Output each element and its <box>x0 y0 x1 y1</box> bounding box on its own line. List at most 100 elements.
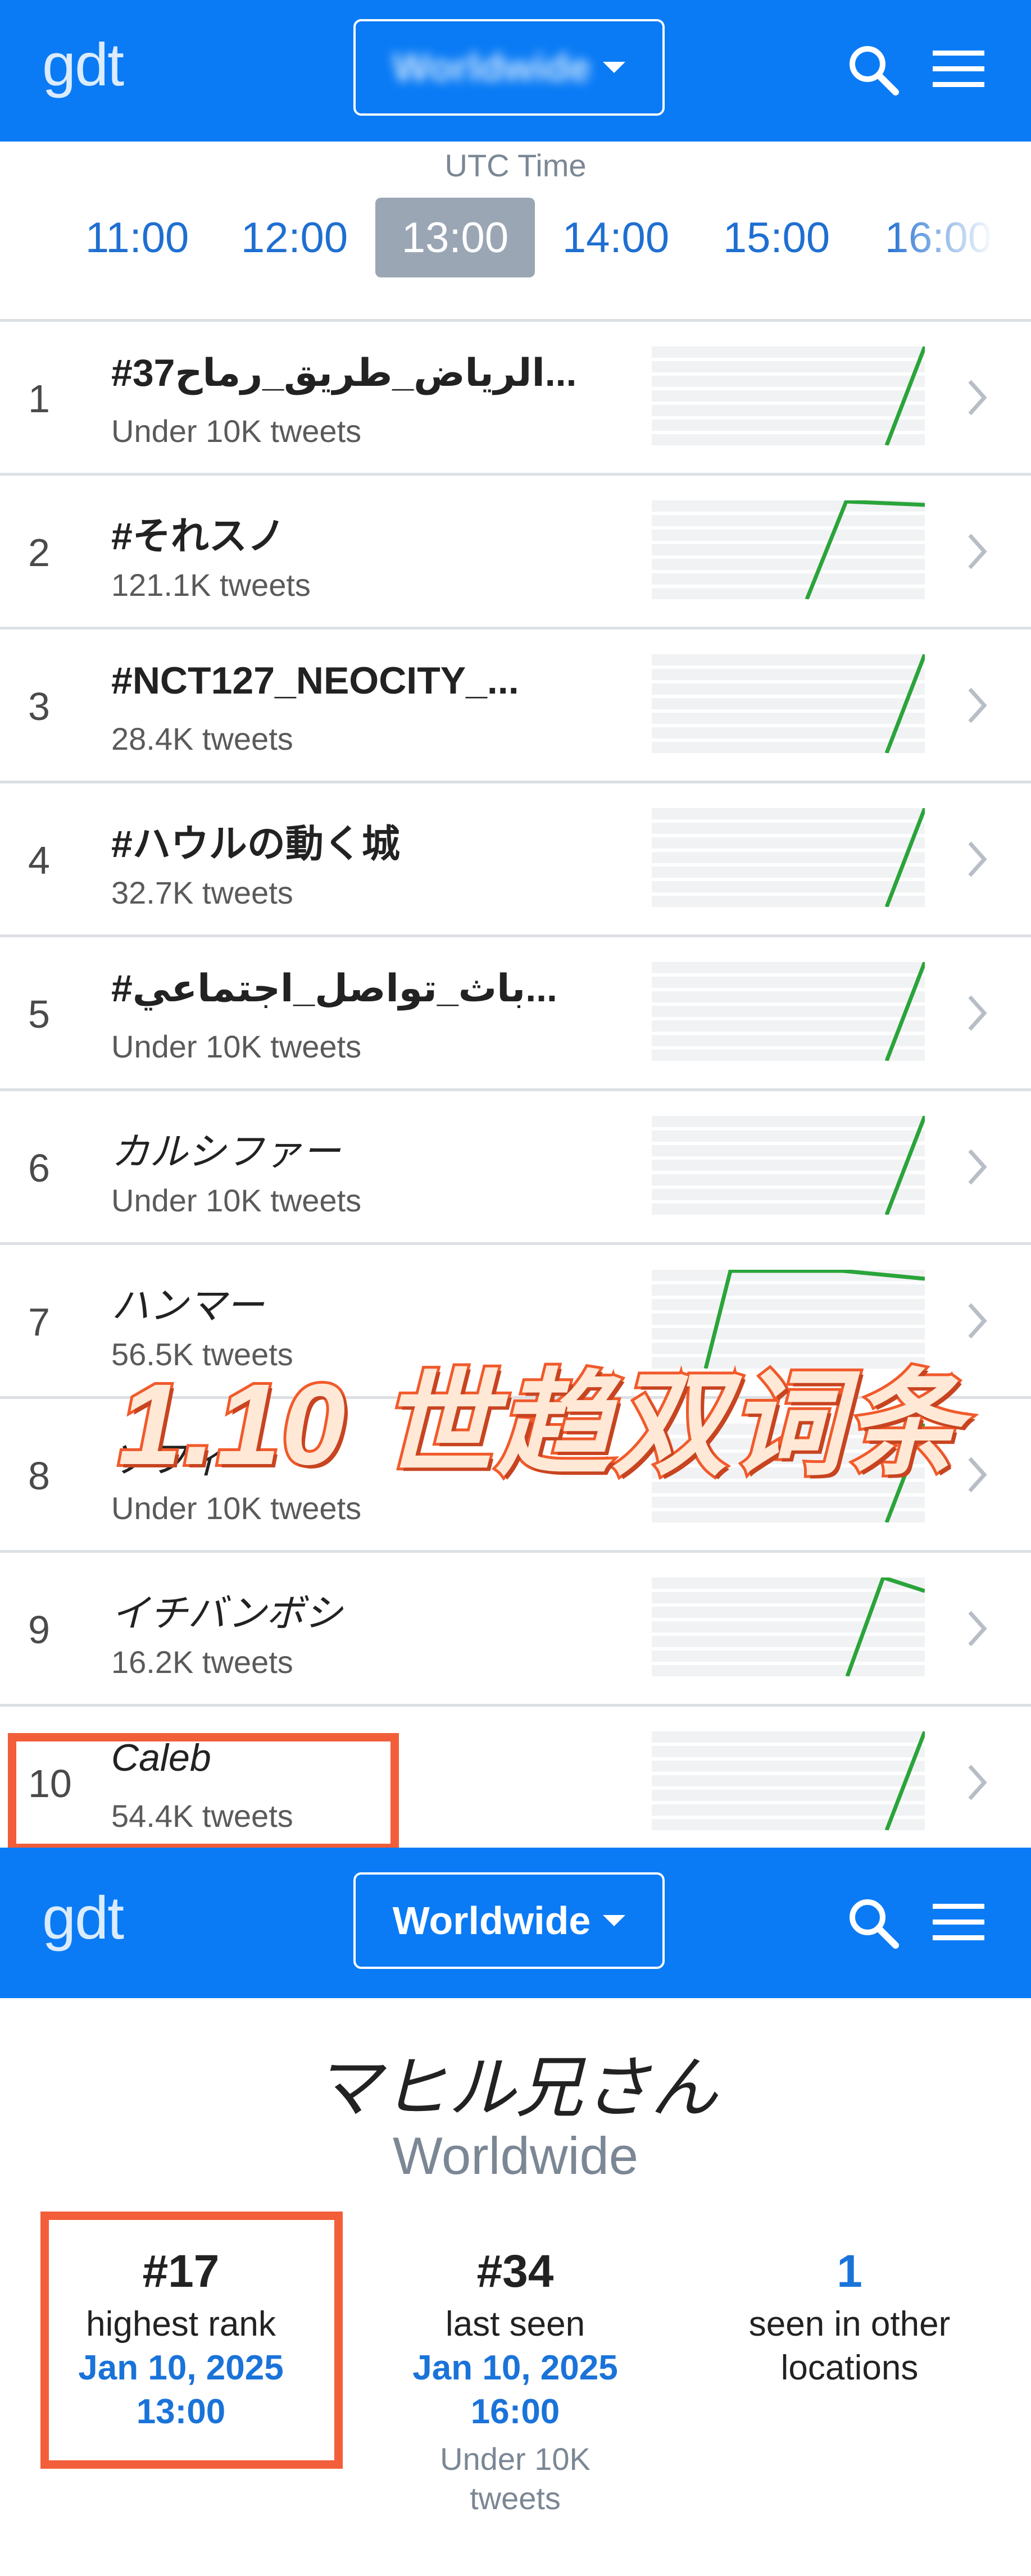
sparkline-band <box>652 1203 925 1215</box>
trend-name[interactable]: #37الرياض_طريق_رماح... <box>111 351 576 395</box>
sparkline-band <box>652 896 925 907</box>
sparkline-band <box>652 1145 925 1156</box>
trend-sparkline <box>652 1731 925 1830</box>
sparkline-band <box>652 346 925 358</box>
chevron-right-icon[interactable] <box>966 993 989 1033</box>
search-icon[interactable] <box>847 44 899 95</box>
sparkline-band <box>652 727 925 738</box>
hour-option[interactable]: 14:00 <box>536 198 696 277</box>
trend-tweet-count: Under 10K tweets <box>111 413 362 449</box>
gdt-logo[interactable]: gdt <box>42 1882 124 1953</box>
trend-name[interactable]: イチバンボシ <box>111 1582 342 1638</box>
trend-tweet-count: 16.2K tweets <box>111 1644 293 1680</box>
trend-name[interactable]: #باث_تواصل_اجتماعي... <box>111 966 557 1011</box>
trend-tweet-count: Under 10K tweets <box>111 1183 362 1218</box>
sparkline-band <box>652 1050 925 1061</box>
sparkline-band <box>652 1790 925 1801</box>
trend-name[interactable]: #ハウルの動く城 <box>111 813 400 868</box>
chevron-right-icon[interactable] <box>966 378 989 417</box>
chevron-right-icon[interactable] <box>966 1455 989 1494</box>
chevron-right-icon[interactable] <box>966 1147 989 1187</box>
hour-option-selected[interactable]: 13:00 <box>375 198 535 277</box>
sparkline-band <box>652 683 925 695</box>
trend-rank: 5 <box>28 992 50 1036</box>
sparkline-band <box>652 1775 925 1786</box>
scroll-fade-left <box>0 198 96 279</box>
sparkline-band <box>652 1592 925 1603</box>
sparkline-band <box>652 1511 925 1522</box>
stat-last-seen: #34 last seen Jan 10, 2025 16:00 Under 1… <box>358 2241 673 2518</box>
sparkline-band <box>652 837 925 849</box>
trend-tweet-count: Under 10K tweets <box>111 1029 362 1064</box>
sparkline-band <box>652 1804 925 1816</box>
sparkline-band <box>652 742 925 753</box>
sparkline-band <box>652 1284 925 1296</box>
stat-time-link[interactable]: 16:00 <box>358 2390 673 2434</box>
trend-sparkline <box>652 500 925 599</box>
sparkline-band <box>652 1761 925 1772</box>
trend-rank: 7 <box>28 1300 50 1344</box>
trend-tweet-count: 32.7K tweets <box>111 875 293 910</box>
location-select[interactable]: Worldwide <box>353 19 665 116</box>
trend-name[interactable]: #それスノ <box>111 505 285 560</box>
trend-row[interactable]: 6 カルシファー Under 10K tweets <box>0 1088 1031 1242</box>
location-select-label: Worldwide <box>392 1899 591 1943</box>
trend-name[interactable]: ハンマー <box>111 1274 264 1330</box>
gdt-logo[interactable]: gdt <box>42 29 124 99</box>
chevron-right-icon[interactable] <box>966 532 989 571</box>
trend-sparkline <box>652 346 925 445</box>
trend-name[interactable]: カルシファー <box>111 1120 340 1176</box>
trend-row[interactable]: 9 イチバンボシ 16.2K tweets <box>0 1550 1031 1704</box>
sparkline-band <box>652 573 925 585</box>
trend-row[interactable]: 1 #37الرياض_طريق_رماح... Under 10K tweets <box>0 319 1031 473</box>
trend-row[interactable]: 2 #それスノ 121.1K tweets <box>0 473 1031 627</box>
hamburger-menu-icon[interactable] <box>933 49 984 89</box>
sparkline-band <box>652 881 925 892</box>
trend-location: Worldwide <box>392 2126 639 2185</box>
sparkline-band <box>652 1651 925 1662</box>
sparkline-band <box>652 588 925 599</box>
location-select[interactable]: Worldwide <box>353 1872 665 1969</box>
second-navbar: gdt Worldwide <box>0 1848 1031 1998</box>
highlight-box-highest-rank <box>40 2212 343 2469</box>
caret-down-icon <box>603 1915 626 1926</box>
trend-row[interactable]: 4 #ハウルの動く城 32.7K tweets <box>0 781 1031 934</box>
sparkline-band <box>652 962 925 973</box>
sparkline-band <box>652 991 925 1002</box>
sparkline-band <box>652 698 925 709</box>
stat-date-link[interactable]: Jan 10, 2025 <box>358 2346 673 2390</box>
hour-option[interactable]: 15:00 <box>697 198 856 277</box>
overlay-caption: 1.10 世趋双词条 <box>115 1357 963 1492</box>
chevron-right-icon[interactable] <box>966 686 989 725</box>
chevron-right-icon[interactable] <box>966 1301 989 1341</box>
trend-rank: 2 <box>28 531 50 575</box>
sparkline-band <box>652 1636 925 1647</box>
trend-row[interactable]: 3 #NCT127_NEOCITY_... 28.4K tweets <box>0 627 1031 781</box>
sparkline-band <box>652 1497 925 1508</box>
stat-value: #34 <box>476 2246 554 2297</box>
chevron-right-icon[interactable] <box>966 840 989 879</box>
stat-label: seen in other locations <box>748 2305 951 2387</box>
trend-rank: 6 <box>28 1146 50 1190</box>
sparkline-band <box>652 1006 925 1017</box>
trend-rank: 9 <box>28 1608 50 1652</box>
sparkline-band <box>652 1174 925 1186</box>
stat-value-link[interactable]: 1 <box>692 2241 1007 2303</box>
sparkline-band <box>652 1621 925 1633</box>
chevron-right-icon[interactable] <box>966 1763 989 1802</box>
highlight-box-caleb <box>8 1733 399 1852</box>
hamburger-menu-icon[interactable] <box>933 1903 984 1942</box>
sparkline-band <box>652 1731 925 1743</box>
sparkline-band <box>652 808 925 819</box>
trend-sparkline <box>652 1116 925 1215</box>
trend-name[interactable]: #NCT127_NEOCITY_... <box>111 659 519 703</box>
sparkline-band <box>652 530 925 541</box>
search-icon[interactable] <box>847 1897 899 1949</box>
sparkline-band <box>652 1130 925 1142</box>
hour-option[interactable]: 12:00 <box>215 198 374 277</box>
chevron-right-icon[interactable] <box>966 1609 989 1648</box>
stat-label: last seen <box>445 2305 585 2344</box>
trend-row[interactable]: 5 #باث_تواصل_اجتماعي... Under 10K tweets <box>0 934 1031 1088</box>
stat-tweet-count: Under 10K tweets <box>440 2441 591 2516</box>
scroll-fade-right <box>885 198 1031 279</box>
